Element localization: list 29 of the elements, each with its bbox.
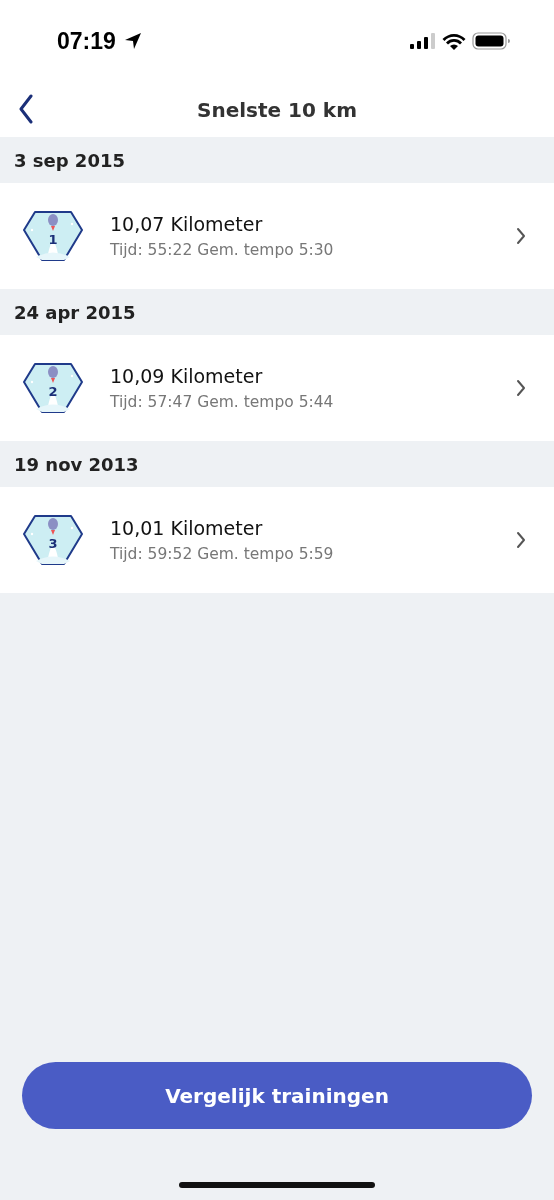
training-details: Tijd: 59:52 Gem. tempo 5:59 <box>110 545 335 563</box>
training-details: Tijd: 57:47 Gem. tempo 5:44 <box>110 393 335 411</box>
signal-icon <box>410 33 436 49</box>
rank-number: 3 <box>47 536 59 551</box>
training-details: Tijd: 55:22 Gem. tempo 5:30 <box>110 241 335 259</box>
badge-drawing <box>22 362 84 414</box>
wifi-icon <box>442 32 466 50</box>
distance-text: 10,09 Kilometer <box>110 365 264 387</box>
chevron-right-icon <box>516 227 526 245</box>
status-time: 07:19 <box>57 27 116 55</box>
compare-button[interactable]: Vergelijk trainingen <box>22 1062 532 1129</box>
badge-drawing <box>22 514 84 566</box>
training-row[interactable]: 1 10,07 Kilometer Tijd: 55:22 Gem. tempo 5:30 <box>0 183 554 289</box>
rank-number: 2 <box>47 384 59 399</box>
battery-icon <box>472 32 510 50</box>
distance-text: 10,07 Kilometer <box>110 213 264 235</box>
training-row[interactable]: 3 10,01 Kilometer Tijd: 59:52 Gem. tempo 5:59 <box>0 487 554 593</box>
date-header: 19 nov 2013 <box>14 453 139 475</box>
back-chevron-icon <box>18 94 34 124</box>
date-header: 3 sep 2015 <box>14 149 125 171</box>
location-arrow-icon <box>123 32 142 50</box>
distance-text: 10,01 Kilometer <box>110 517 264 539</box>
rank-number: 1 <box>47 232 59 247</box>
training-row[interactable]: 2 10,09 Kilometer Tijd: 57:47 Gem. tempo 5:44 <box>0 335 554 441</box>
badge-drawing <box>22 210 84 262</box>
chevron-right-icon <box>516 379 526 397</box>
chevron-right-icon <box>516 531 526 549</box>
date-header: 24 apr 2015 <box>14 301 136 323</box>
screen-title: Snelste 10 km <box>197 97 357 122</box>
